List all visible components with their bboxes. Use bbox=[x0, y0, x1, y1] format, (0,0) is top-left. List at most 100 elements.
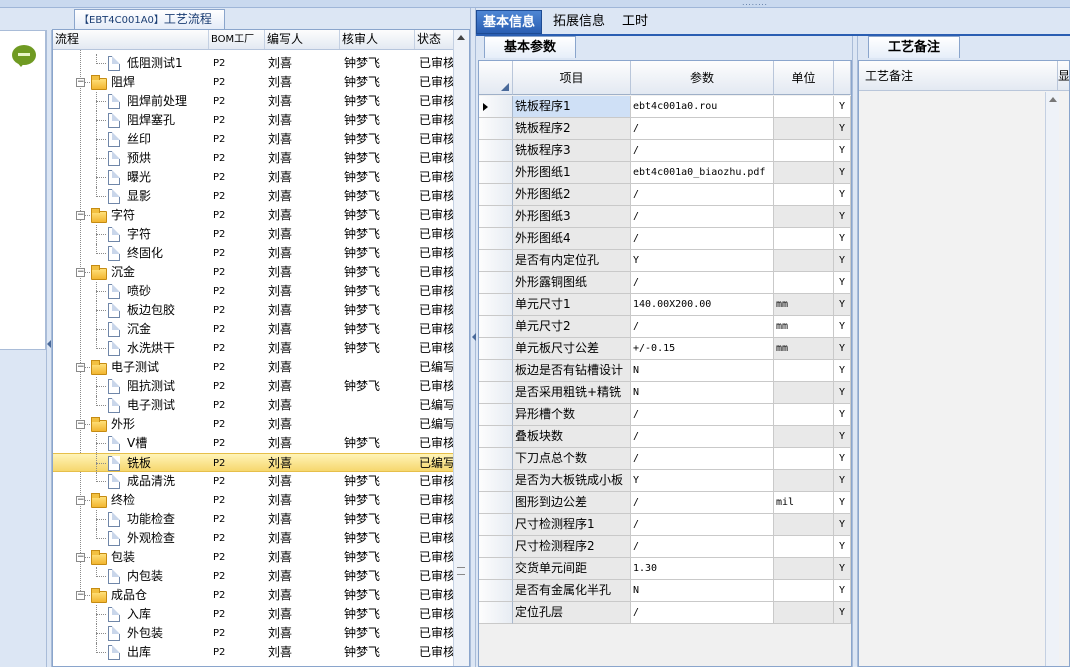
grid-row-header[interactable] bbox=[479, 448, 513, 470]
grid-cell-value[interactable]: / bbox=[631, 492, 774, 514]
grid-row-header[interactable] bbox=[479, 514, 513, 536]
grid-col-value[interactable]: 参数 bbox=[631, 61, 774, 95]
grid-cell-value[interactable]: / bbox=[631, 184, 774, 206]
tab-process-flow[interactable]: 【EBT4C001A0】工艺流程 bbox=[74, 9, 225, 29]
grid-row-header[interactable] bbox=[479, 272, 513, 294]
tree-row[interactable]: 喷砂 P2 刘喜 钟梦飞 已审核 bbox=[53, 282, 453, 301]
tree-row[interactable]: − 字符 P2 刘喜 钟梦飞 已审核 bbox=[53, 206, 453, 225]
grid-row-header[interactable] bbox=[479, 206, 513, 228]
splitter-grip[interactable]: ........ bbox=[725, 0, 785, 7]
tree-row[interactable]: 字符 P2 刘喜 钟梦飞 已审核 bbox=[53, 225, 453, 244]
tree-row[interactable]: 电子测试 P2 刘喜 已编写 bbox=[53, 396, 453, 415]
tree-row[interactable]: − 终检 P2 刘喜 钟梦飞 已审核 bbox=[53, 491, 453, 510]
grid-row-header[interactable] bbox=[479, 492, 513, 514]
grid-cell-value[interactable]: +/-0.15 bbox=[631, 338, 774, 360]
col-header-writer[interactable]: 编写人 bbox=[265, 30, 340, 49]
grid-row-header[interactable] bbox=[479, 360, 513, 382]
tree-row[interactable]: V槽 P2 刘喜 钟梦飞 已审核 bbox=[53, 434, 453, 453]
tree-row[interactable]: − 沉金 P2 刘喜 钟梦飞 已审核 bbox=[53, 263, 453, 282]
tree-row[interactable]: 板边包胶 P2 刘喜 钟梦飞 已审核 bbox=[53, 301, 453, 320]
scroll-up-icon[interactable] bbox=[1049, 97, 1057, 102]
grid-cell-value[interactable]: N bbox=[631, 580, 774, 602]
grid-cell-value[interactable]: 140.00X200.00 bbox=[631, 294, 774, 316]
tree-row[interactable]: 低阻测试1 P2 刘喜 钟梦飞 已审核 bbox=[53, 54, 453, 73]
tree-row[interactable]: 阻焊前处理 P2 刘喜 钟梦飞 已审核 bbox=[53, 92, 453, 111]
grid-corner[interactable] bbox=[479, 61, 513, 95]
grid-cell-value[interactable]: ebt4c001a0_biaozhu.pdf bbox=[631, 162, 774, 184]
grid-cell-value[interactable]: / bbox=[631, 140, 774, 162]
grid-row-header[interactable] bbox=[479, 162, 513, 184]
col-header-process[interactable]: 流程 bbox=[53, 30, 209, 49]
collapse-toggle-icon[interactable]: − bbox=[76, 211, 85, 220]
col-header-status[interactable]: 状态 bbox=[415, 30, 453, 49]
chat-bubble-icon[interactable] bbox=[12, 45, 36, 67]
grid-cell-value[interactable]: Y bbox=[631, 250, 774, 272]
grid-cell-value[interactable]: / bbox=[631, 316, 774, 338]
collapse-toggle-icon[interactable]: − bbox=[76, 268, 85, 277]
tree-row[interactable]: − 包装 P2 刘喜 钟梦飞 已审核 bbox=[53, 548, 453, 567]
tree-row[interactable]: 水洗烘干 P2 刘喜 钟梦飞 已审核 bbox=[53, 339, 453, 358]
tree-row[interactable]: 外观检查 P2 刘喜 钟梦飞 已审核 bbox=[53, 529, 453, 548]
grid-cell-value[interactable]: N bbox=[631, 382, 774, 404]
tree-row[interactable]: 铣板 P2 刘喜 已编写 bbox=[53, 453, 453, 473]
tree-row[interactable]: 丝印 P2 刘喜 钟梦飞 已审核 bbox=[53, 130, 453, 149]
grid-cell-value[interactable]: / bbox=[631, 272, 774, 294]
grid-row-header[interactable] bbox=[479, 118, 513, 140]
scroll-thumb-grip[interactable] bbox=[457, 567, 465, 575]
grid-row-header[interactable] bbox=[479, 558, 513, 580]
grid-row-header[interactable] bbox=[479, 382, 513, 404]
grid-cell-value[interactable]: / bbox=[631, 118, 774, 140]
collapse-toggle-icon[interactable]: − bbox=[76, 496, 85, 505]
tree-row[interactable]: 入库 P2 刘喜 钟梦飞 已审核 bbox=[53, 605, 453, 624]
grid-cell-value[interactable]: / bbox=[631, 536, 774, 558]
grid-cell-value[interactable]: / bbox=[631, 514, 774, 536]
tab-work-hours[interactable]: 工时 bbox=[616, 10, 654, 34]
grid-row-header[interactable] bbox=[479, 184, 513, 206]
scroll-up-icon[interactable] bbox=[457, 35, 465, 40]
grid-cell-value[interactable]: / bbox=[631, 404, 774, 426]
tree-scrollbar[interactable] bbox=[453, 30, 469, 666]
grid-cell-value[interactable]: / bbox=[631, 228, 774, 250]
tree-row[interactable]: 沉金 P2 刘喜 钟梦飞 已审核 bbox=[53, 320, 453, 339]
grid-row-header[interactable] bbox=[479, 602, 513, 624]
tab-basic-info[interactable]: 基本信息 bbox=[476, 10, 542, 34]
grid-row-header[interactable] bbox=[479, 96, 513, 118]
grid-row-header[interactable] bbox=[479, 250, 513, 272]
tree-row[interactable]: 阻焊塞孔 P2 刘喜 钟梦飞 已审核 bbox=[53, 111, 453, 130]
tree-row[interactable]: 预烘 P2 刘喜 钟梦飞 已审核 bbox=[53, 149, 453, 168]
grid-row-header[interactable] bbox=[479, 294, 513, 316]
tree-row[interactable]: 显影 P2 刘喜 钟梦飞 已审核 bbox=[53, 187, 453, 206]
grid-col-flag[interactable] bbox=[834, 61, 851, 95]
grid-cell-value[interactable]: N bbox=[631, 360, 774, 382]
col-header-bom[interactable]: BOM工厂 bbox=[209, 30, 265, 49]
tree-row[interactable]: 阻抗测试 P2 刘喜 钟梦飞 已审核 bbox=[53, 377, 453, 396]
col-header-reviewer[interactable]: 核审人 bbox=[340, 30, 415, 49]
grid-cell-value[interactable]: Y bbox=[631, 470, 774, 492]
collapse-toggle-icon[interactable]: − bbox=[76, 553, 85, 562]
tree-row[interactable]: 内包装 P2 刘喜 钟梦飞 已审核 bbox=[53, 567, 453, 586]
middle-splitter[interactable] bbox=[470, 8, 476, 667]
grid-cell-value[interactable]: / bbox=[631, 426, 774, 448]
tree-row[interactable]: − 阻焊 P2 刘喜 钟梦飞 已审核 bbox=[53, 73, 453, 92]
tree-row[interactable]: − 成品仓 P2 刘喜 钟梦飞 已审核 bbox=[53, 586, 453, 605]
grid-cell-value[interactable]: 1.30 bbox=[631, 558, 774, 580]
grid-row-header[interactable] bbox=[479, 316, 513, 338]
grid-row-header[interactable] bbox=[479, 536, 513, 558]
collapse-toggle-icon[interactable]: − bbox=[76, 591, 85, 600]
tree-row[interactable]: − 外形 P2 刘喜 已编写 bbox=[53, 415, 453, 434]
tree-row[interactable]: 曝光 P2 刘喜 钟梦飞 已审核 bbox=[53, 168, 453, 187]
remarks-scrollbar[interactable] bbox=[1045, 92, 1059, 666]
collapse-left-icon[interactable] bbox=[47, 340, 51, 348]
grid-cell-value[interactable]: / bbox=[631, 206, 774, 228]
tree-row[interactable]: 出库 P2 刘喜 钟梦飞 已审核 bbox=[53, 643, 453, 662]
collapse-middle-icon[interactable] bbox=[472, 333, 476, 341]
grid-row-header[interactable] bbox=[479, 470, 513, 492]
tab-extended-info[interactable]: 拓展信息 bbox=[546, 10, 612, 34]
grid-row-header[interactable] bbox=[479, 426, 513, 448]
collapse-toggle-icon[interactable]: − bbox=[76, 420, 85, 429]
grid-cell-value[interactable]: / bbox=[631, 448, 774, 470]
tree-row[interactable]: 终固化 P2 刘喜 钟梦飞 已审核 bbox=[53, 244, 453, 263]
tab-basic-params[interactable]: 基本参数 bbox=[484, 36, 576, 58]
grid-col-item[interactable]: 项目 bbox=[513, 61, 631, 95]
tree-row[interactable]: 成品清洗 P2 刘喜 钟梦飞 已审核 bbox=[53, 472, 453, 491]
